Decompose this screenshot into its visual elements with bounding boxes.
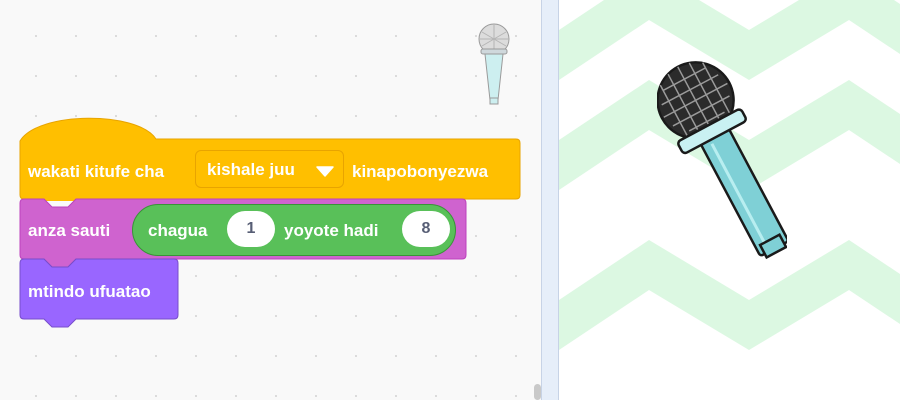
key-dropdown[interactable]: kishale juu bbox=[195, 150, 344, 188]
operator-middle-label: yoyote hadi bbox=[284, 221, 379, 240]
panel-divider bbox=[541, 0, 559, 400]
caret-down-icon bbox=[316, 166, 334, 177]
random-to-input[interactable]: 8 bbox=[402, 211, 450, 247]
random-from-input[interactable]: 1 bbox=[227, 211, 275, 247]
sound-block-label: anza sauti bbox=[28, 221, 111, 240]
code-workspace[interactable]: wakati kitufe cha kishale juu kinapobony… bbox=[0, 0, 541, 400]
workspace-scrollbar[interactable] bbox=[534, 384, 541, 400]
stage[interactable] bbox=[559, 0, 900, 400]
looks-block-label: mtindo ufuatao bbox=[28, 282, 151, 301]
event-block-prefix: wakati kitufe cha bbox=[28, 162, 165, 181]
key-dropdown-value: kishale juu bbox=[207, 160, 295, 179]
microphone-icon bbox=[478, 23, 510, 105]
event-block-suffix: kinapobonyezwa bbox=[352, 162, 489, 181]
microphone-sprite[interactable] bbox=[657, 58, 787, 278]
operator-label: chagua bbox=[148, 221, 208, 240]
